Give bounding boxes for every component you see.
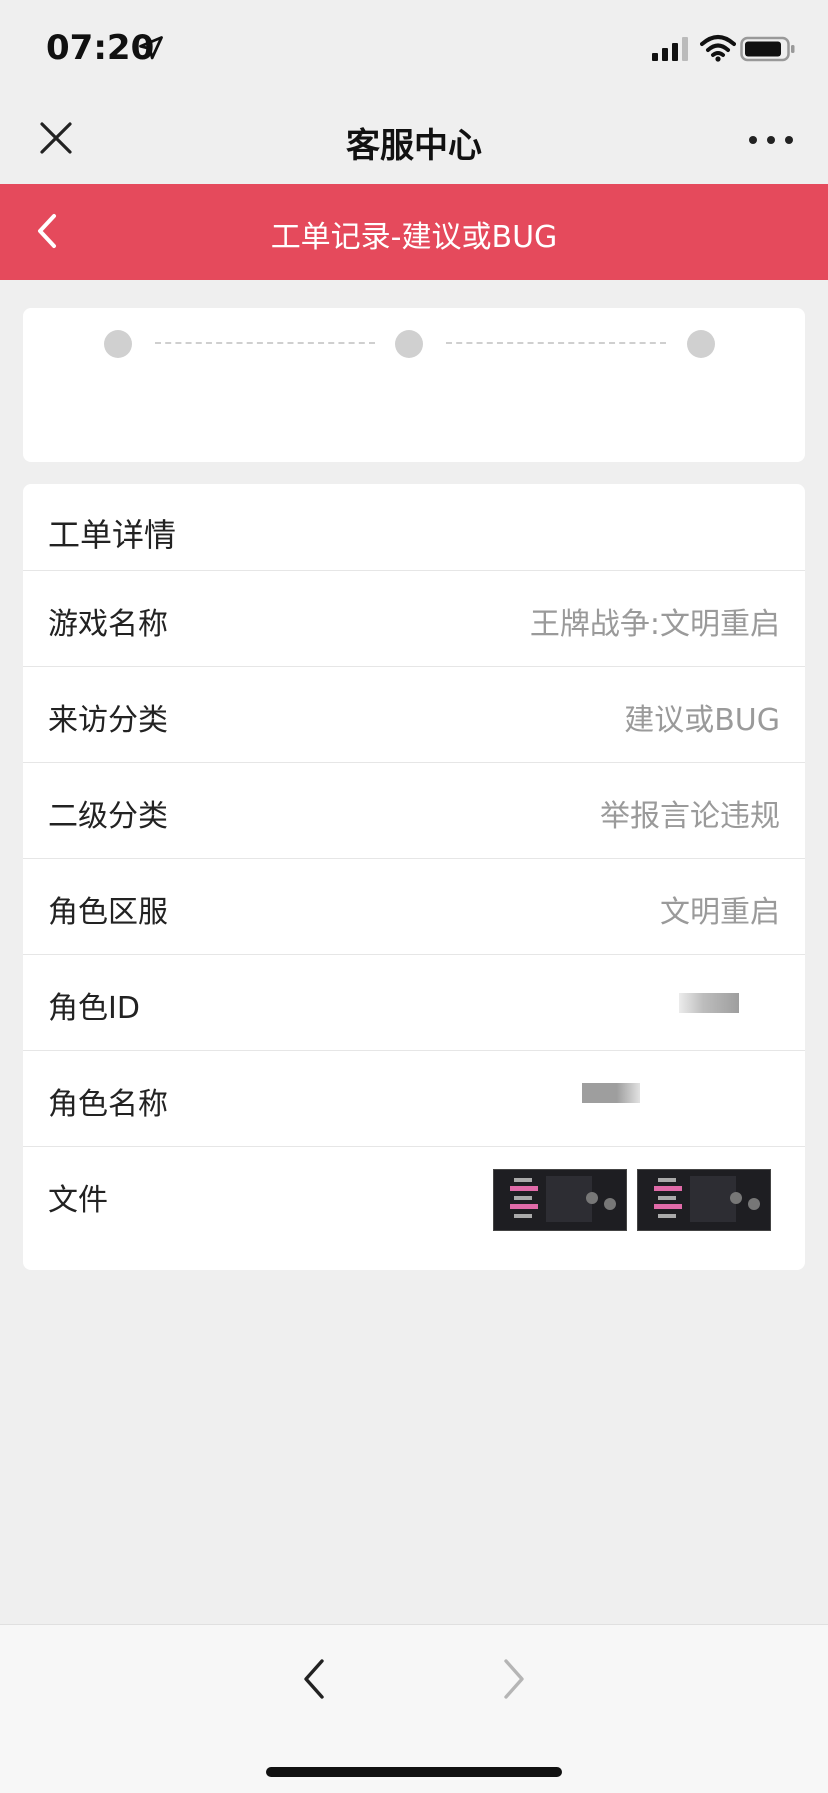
battery-icon: [740, 36, 795, 62]
detail-row-role-id: 角色ID: [23, 954, 805, 1051]
bottom-toolbar: [0, 1624, 828, 1793]
step-connector: [446, 342, 666, 344]
row-label: 角色名称: [48, 1087, 168, 1122]
top-navigation: 客服中心: [0, 100, 828, 184]
file-thumbnail[interactable]: [493, 1169, 627, 1231]
row-label: 角色ID: [48, 991, 140, 1026]
row-value: 举报言论违规: [600, 799, 780, 834]
row-value: 文明重启: [660, 895, 780, 930]
section-header: 工单记录-建议或BUG: [0, 184, 828, 280]
chevron-left-icon[interactable]: [298, 1655, 328, 1703]
step-dot: [395, 330, 423, 358]
row-label: 游戏名称: [48, 607, 168, 642]
detail-row-server: 角色区服 文明重启: [23, 858, 805, 955]
location-arrow-icon: [139, 36, 163, 60]
more-icon[interactable]: [748, 130, 794, 150]
header-title: 工单记录-建议或BUG: [270, 220, 558, 255]
details-title: 工单详情: [48, 516, 177, 554]
step-dot: [687, 330, 715, 358]
row-label: 文件: [48, 1183, 108, 1218]
detail-row-visit-category: 来访分类 建议或BUG: [23, 666, 805, 763]
detail-row-role-name: 角色名称: [23, 1050, 805, 1147]
wifi-icon: [700, 35, 736, 62]
page-title: 客服中心: [346, 126, 482, 166]
detail-row-game-name: 游戏名称 王牌战争:文明重启: [23, 570, 805, 667]
detail-row-subcategory: 二级分类 举报言论违规: [23, 762, 805, 859]
progress-steps: [23, 308, 805, 462]
chevron-right-icon[interactable]: [500, 1655, 530, 1703]
file-thumbnail[interactable]: [637, 1169, 771, 1231]
redacted-value: [679, 993, 739, 1013]
redacted-value: [582, 1083, 640, 1103]
row-label: 来访分类: [48, 703, 168, 738]
step-dot: [104, 330, 132, 358]
row-label: 角色区服: [48, 895, 168, 930]
row-label: 二级分类: [48, 799, 168, 834]
row-value: 建议或BUG: [624, 703, 780, 738]
detail-row-files: 文件: [23, 1146, 805, 1271]
ticket-details: 工单详情 游戏名称 王牌战争:文明重启 来访分类 建议或BUG 二级分类 举报言…: [23, 484, 805, 1270]
home-indicator: [266, 1767, 562, 1777]
status-bar: 07:20: [0, 0, 828, 100]
step-connector: [155, 342, 375, 344]
signal-icon: [652, 37, 688, 61]
row-value: 王牌战争:文明重启: [529, 607, 780, 642]
